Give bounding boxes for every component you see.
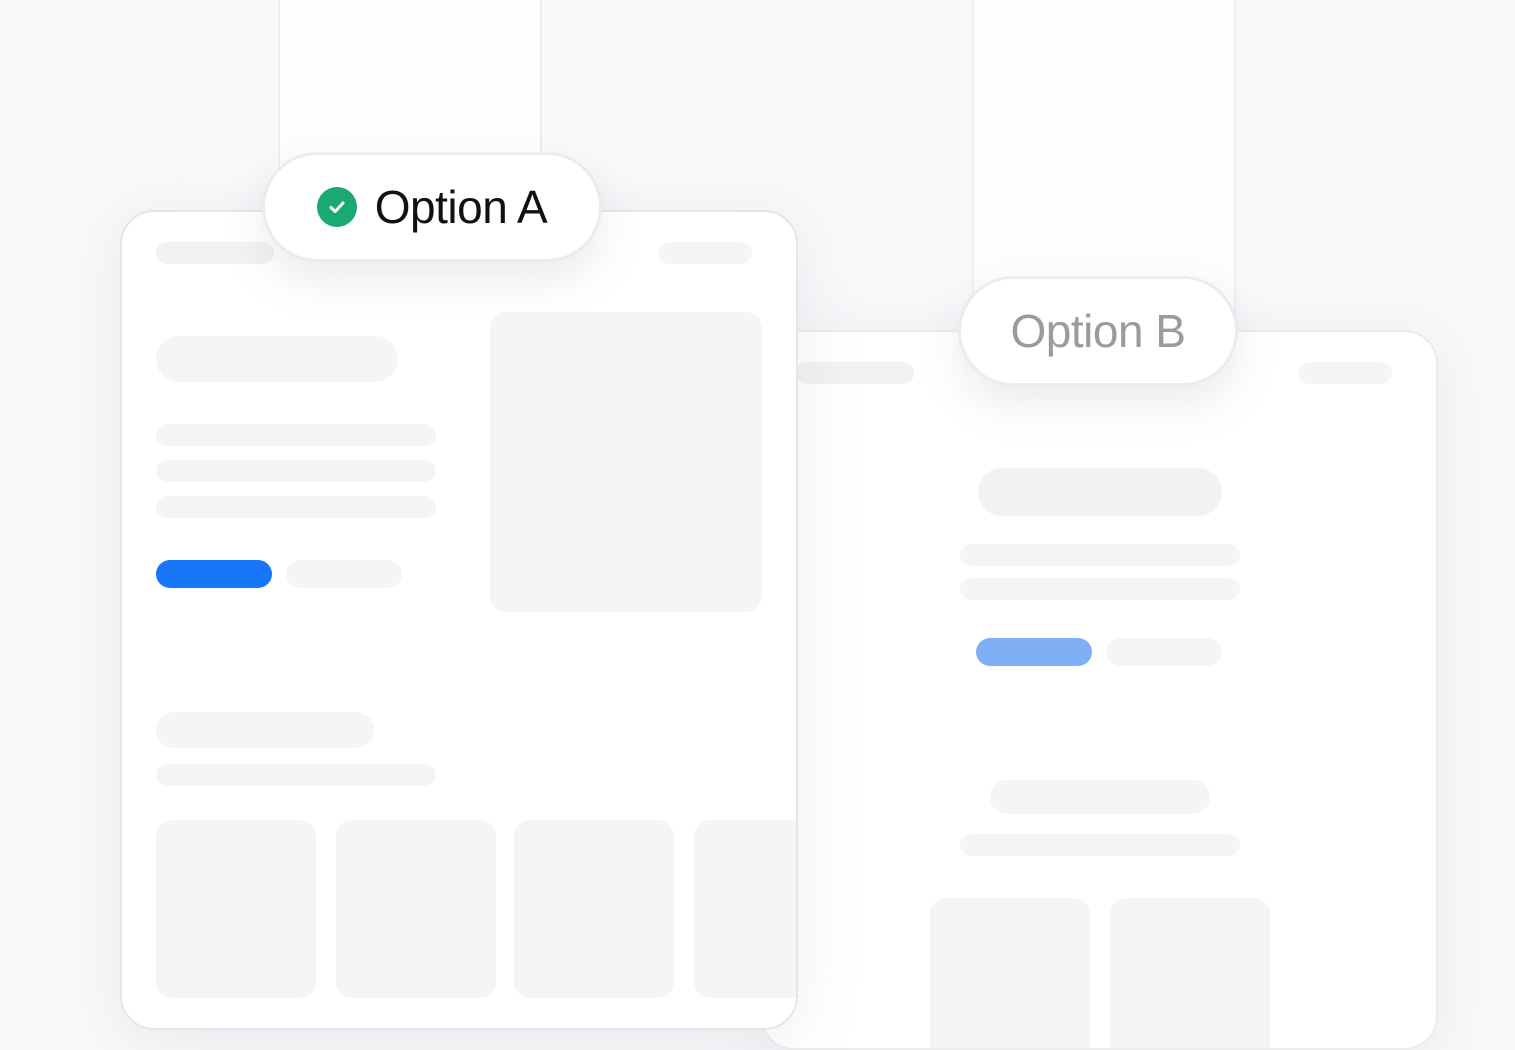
checkmark-glyph — [329, 201, 345, 213]
card-a-tile — [156, 820, 316, 998]
card-a-header-bar — [156, 242, 274, 264]
card-b-text-line — [960, 834, 1240, 856]
card-a-tile — [514, 820, 674, 998]
card-a-text-line — [156, 424, 436, 446]
card-a-title-placeholder — [156, 336, 398, 382]
option-b-pill[interactable]: Option B — [958, 276, 1238, 386]
card-a-secondary-button[interactable] — [286, 560, 402, 588]
card-a-tile — [336, 820, 496, 998]
card-b-tile — [930, 898, 1090, 1048]
card-a-subtitle-placeholder — [156, 712, 374, 748]
card-b-tile — [1110, 898, 1270, 1048]
card-a-text-line — [156, 764, 436, 786]
card-b-text-line — [960, 578, 1240, 600]
option-b-label: Option B — [1010, 305, 1187, 357]
check-circle-icon — [316, 187, 357, 227]
card-a-header-action — [658, 242, 752, 264]
card-b-text-line — [960, 544, 1240, 566]
card-a-text-line — [156, 460, 436, 482]
option-b-card[interactable] — [760, 330, 1438, 1050]
card-b-title-placeholder — [978, 468, 1222, 516]
option-a-card[interactable] — [120, 210, 798, 1030]
card-b-secondary-button[interactable] — [1106, 638, 1222, 666]
card-b-subtitle-placeholder — [990, 780, 1210, 814]
option-a-pill[interactable]: Option A — [262, 152, 602, 262]
card-b-primary-button[interactable] — [976, 638, 1092, 666]
option-a-label: Option A — [374, 181, 548, 233]
card-b-header-bar — [796, 362, 914, 384]
card-a-primary-button[interactable] — [156, 560, 272, 588]
card-a-tile — [694, 820, 796, 998]
card-a-text-line — [156, 496, 436, 518]
card-b-header-action — [1298, 362, 1392, 384]
card-a-hero-image-placeholder — [490, 312, 762, 612]
